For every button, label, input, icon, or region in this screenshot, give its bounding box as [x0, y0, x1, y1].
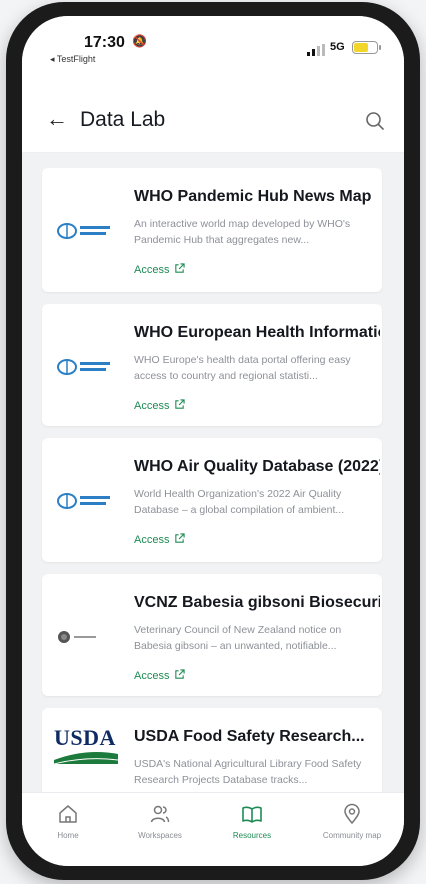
usda-logo: USDA — [54, 726, 118, 770]
access-label: Access — [134, 670, 170, 682]
app-header: ← Data Lab — [22, 88, 404, 153]
phone-frame: 17:30 🔕 ◂ TestFlight 5G ← Data Lab WHO P… — [6, 2, 420, 880]
status-bar: 17:30 🔕 ◂ TestFlight 5G — [22, 16, 404, 88]
access-link[interactable]: Access — [134, 669, 186, 682]
vcnz-logo — [58, 631, 96, 643]
resource-card[interactable]: WHO European Health Informatio... WHO Eu… — [42, 304, 382, 426]
external-link-icon — [175, 399, 186, 409]
search-icon[interactable] — [364, 110, 386, 132]
page-title: Data Lab — [80, 108, 166, 131]
usda-logo-field-mark — [54, 752, 118, 764]
nav-label: Resources — [232, 831, 272, 840]
usda-logo-text: USDA — [54, 725, 116, 750]
book-icon — [242, 806, 262, 823]
card-title: WHO Air Quality Database (2022) — [134, 458, 380, 475]
card-title: WHO Pandemic Hub News Map — [134, 188, 372, 205]
resource-card[interactable]: WHO Pandemic Hub News Map An interactive… — [42, 168, 382, 292]
who-logo — [57, 493, 110, 509]
app-screen: 17:30 🔕 ◂ TestFlight 5G ← Data Lab WHO P… — [22, 16, 404, 866]
back-to-testflight-link[interactable]: ◂ TestFlight — [50, 54, 95, 65]
home-icon — [59, 805, 77, 823]
external-link-icon — [175, 669, 186, 679]
nav-label: Workspaces — [138, 831, 182, 840]
bottom-nav: Home Workspaces Resources Community map — [22, 792, 404, 866]
card-title: USDA Food Safety Research... — [134, 728, 365, 745]
access-link[interactable]: Access — [134, 399, 186, 412]
back-arrow-icon[interactable]: ← — [46, 106, 68, 132]
nav-home[interactable]: Home — [28, 803, 108, 840]
resource-list[interactable]: WHO Pandemic Hub News Map An interactive… — [22, 152, 404, 792]
card-description: Veterinary Council of New Zealand notice… — [134, 624, 342, 652]
access-label: Access — [134, 534, 170, 546]
card-description: USDA's National Agricultural Library Foo… — [134, 758, 362, 786]
external-link-icon — [175, 533, 186, 543]
users-icon — [150, 805, 170, 823]
access-label: Access — [134, 264, 170, 276]
battery-icon — [352, 41, 381, 54]
access-label: Access — [134, 400, 170, 412]
nav-workspaces[interactable]: Workspaces — [120, 803, 200, 840]
card-description: An interactive world map developed by WH… — [134, 218, 351, 246]
nav-label: Home — [57, 831, 79, 840]
silent-bell-icon: 🔕 — [132, 34, 147, 48]
external-link-icon — [175, 263, 186, 273]
access-link[interactable]: Access — [134, 533, 186, 546]
nav-resources[interactable]: Resources — [212, 803, 292, 840]
nav-label: Community map — [322, 831, 382, 840]
resource-card[interactable]: USDA USDA Food Safety Research... USDA's… — [42, 708, 382, 792]
access-link[interactable]: Access — [134, 263, 186, 276]
nav-community-map[interactable]: Community map — [304, 803, 400, 840]
card-title: WHO European Health Informatio... — [134, 324, 380, 341]
map-pin-icon — [344, 803, 360, 825]
who-logo — [57, 223, 110, 239]
network-type: 5G — [330, 41, 345, 53]
resource-card[interactable]: WHO Air Quality Database (2022) World He… — [42, 438, 382, 562]
card-description: WHO Europe's health data portal offering… — [134, 354, 351, 382]
card-description: World Health Organization's 2022 Air Qua… — [134, 488, 345, 516]
resource-card[interactable]: VCNZ Babesia gibsoni Biosecurity... Vete… — [42, 574, 382, 696]
signal-icon — [307, 44, 325, 56]
who-logo — [57, 359, 110, 375]
card-title: VCNZ Babesia gibsoni Biosecurity... — [134, 594, 380, 611]
status-time: 17:30 — [84, 34, 125, 51]
